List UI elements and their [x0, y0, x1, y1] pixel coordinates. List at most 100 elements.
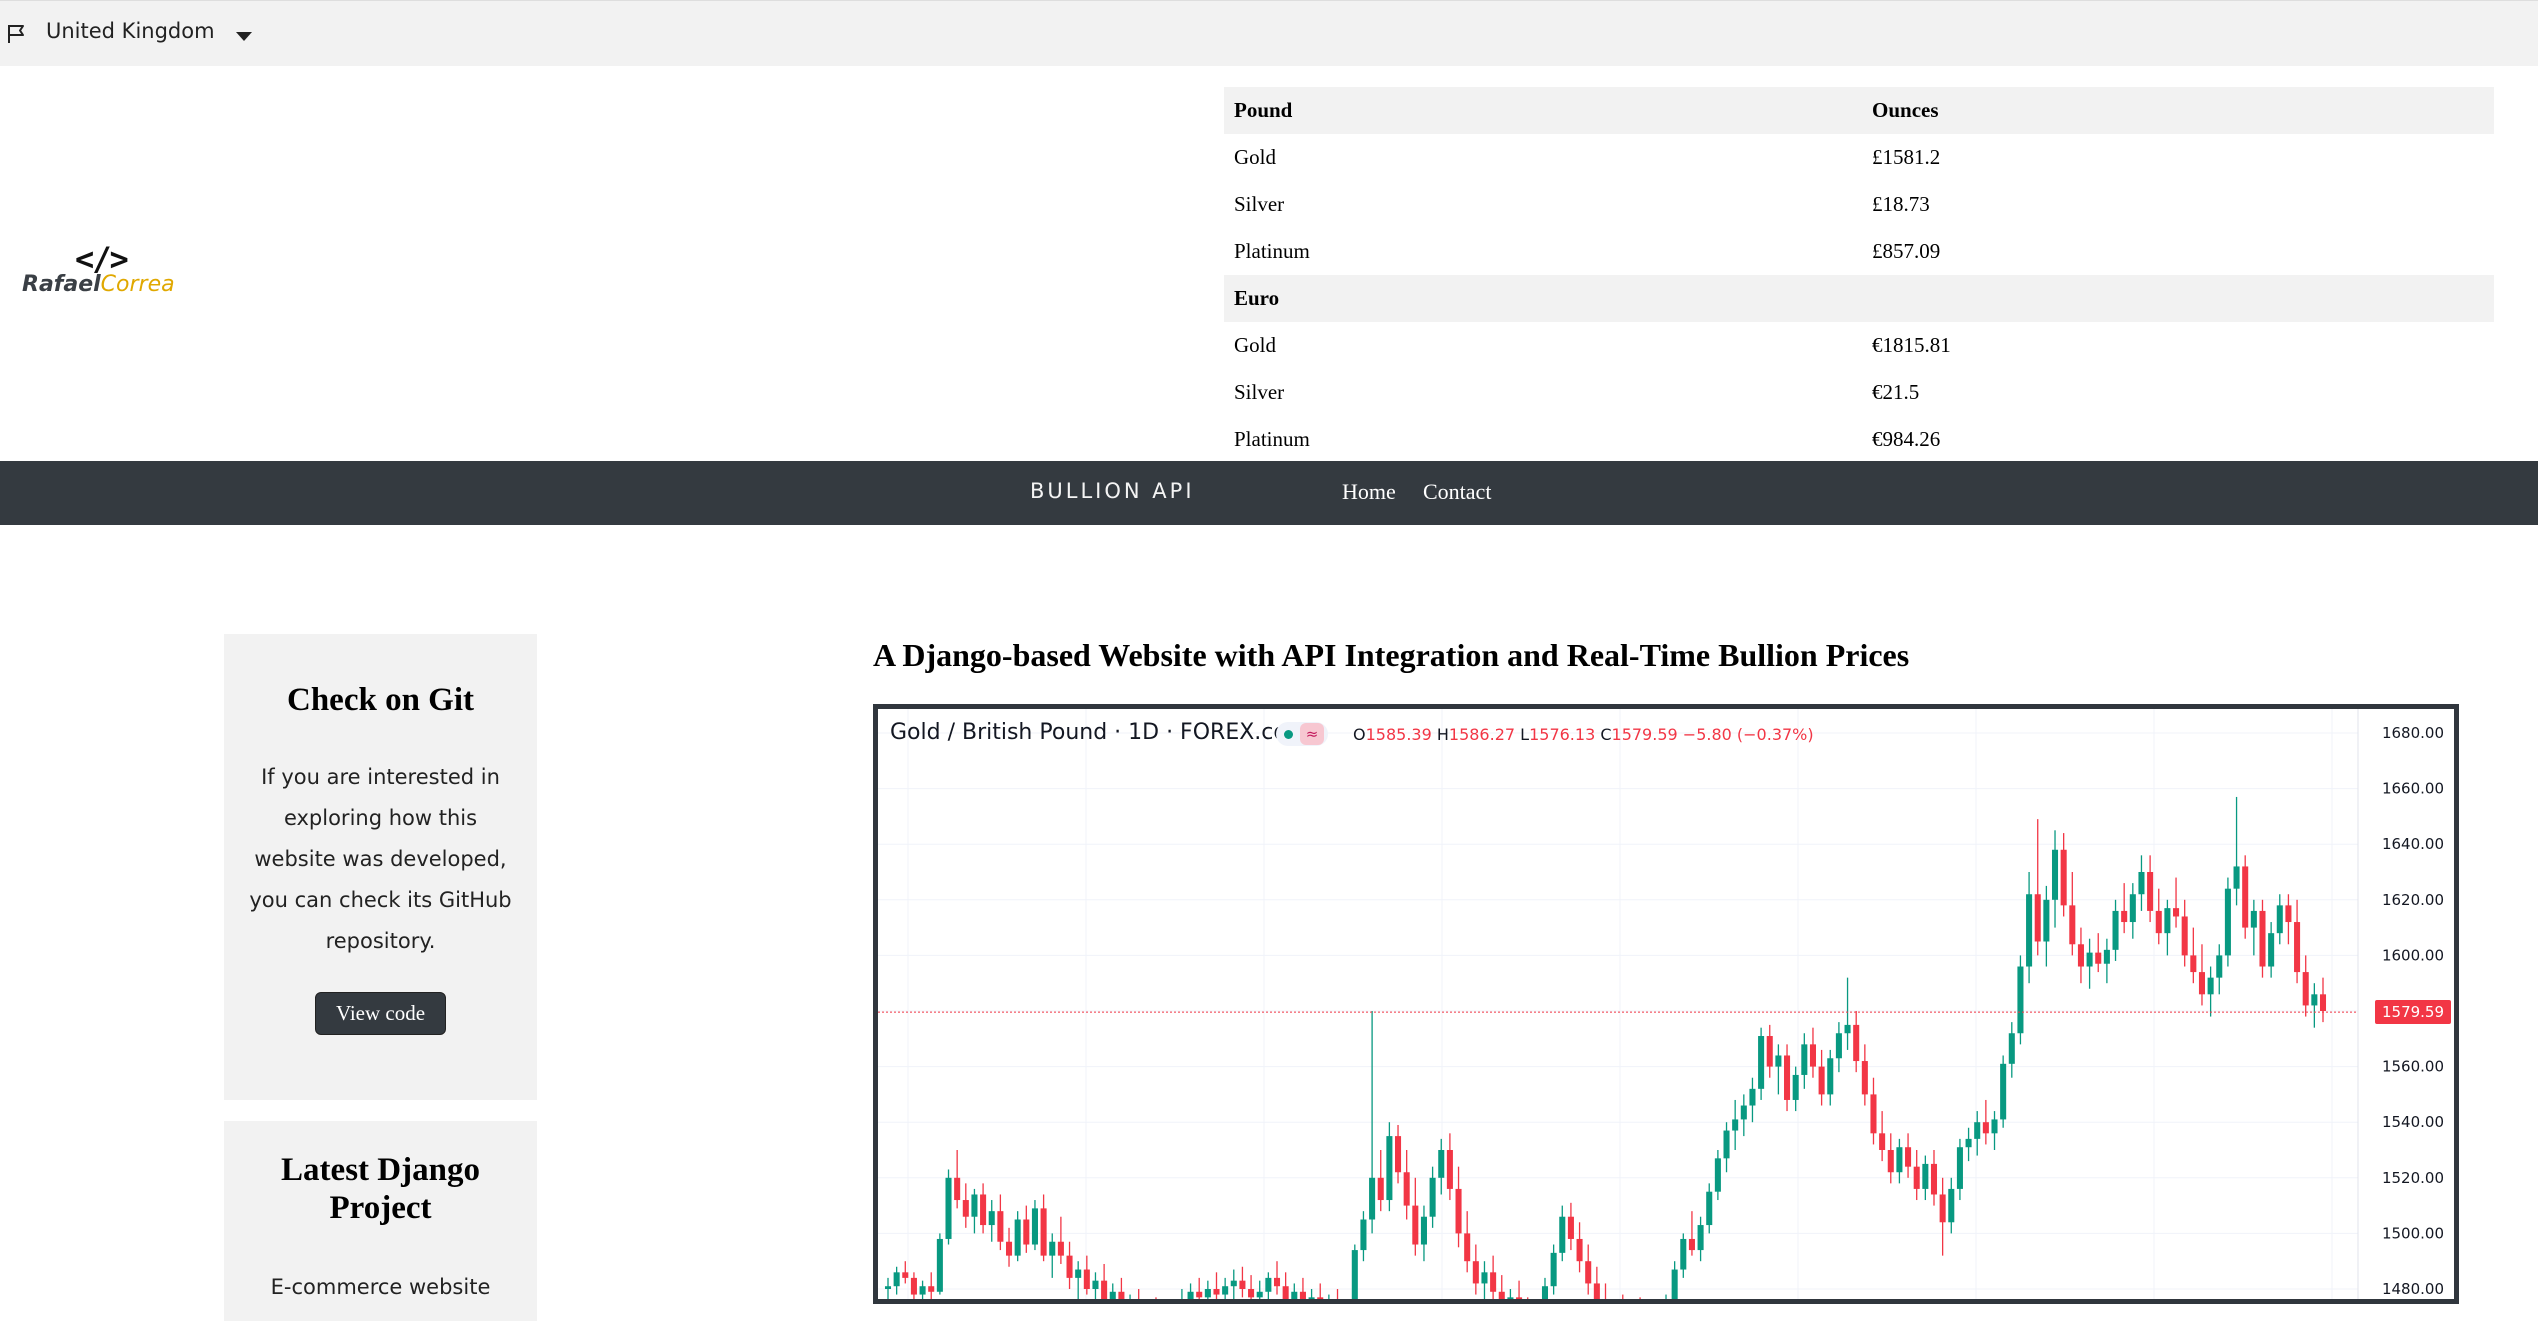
candle-body	[2181, 916, 2188, 956]
candle-body	[1671, 1269, 1678, 1299]
y-tick-label: 1480.00	[2382, 1280, 2444, 1298]
candle-body	[1956, 1147, 1963, 1189]
currency-header: Pound	[1224, 87, 1862, 134]
candle-body	[1870, 1094, 1877, 1134]
metal-price: €1815.81	[1872, 333, 1951, 357]
candle-body	[936, 1238, 943, 1292]
candle-body	[1706, 1191, 1713, 1226]
candle-body	[1118, 1291, 1125, 1299]
approx-icon: ≈	[1300, 723, 1324, 745]
candle-body	[1922, 1163, 1929, 1189]
candle-body	[2000, 1063, 2007, 1120]
candle-body	[2250, 910, 2257, 928]
candle-body	[1049, 1241, 1056, 1256]
y-tick-label: 1500.00	[2382, 1224, 2444, 1242]
candle-body	[1369, 1177, 1376, 1220]
candle-body	[1809, 1044, 1816, 1067]
candle-body	[980, 1194, 987, 1226]
candle-body	[1541, 1286, 1549, 1299]
table-row: Platinum £857.09	[1224, 228, 2494, 275]
candle-body	[1092, 1280, 1099, 1289]
table-row: Platinum €984.26	[1224, 416, 2494, 463]
card-text: exploring how this	[283, 806, 478, 830]
y-tick-label: 1600.00	[2382, 946, 2444, 964]
unit-header	[1862, 275, 2494, 322]
candle-body	[1083, 1269, 1090, 1289]
metal-name: Platinum	[1234, 239, 1310, 263]
candle-body	[2121, 910, 2128, 923]
chevron-down-icon[interactable]	[236, 32, 252, 41]
candle-body	[1472, 1261, 1479, 1284]
brand-link[interactable]: BULLION API	[1030, 479, 1195, 503]
candle-body	[2276, 905, 2283, 934]
metal-price: £1581.2	[1872, 145, 1941, 169]
candle-body	[1273, 1277, 1281, 1287]
candle-body	[2155, 910, 2162, 934]
candle-body	[1481, 1272, 1488, 1284]
metal-name: Silver	[1234, 192, 1285, 216]
nav-contact-link[interactable]: Contact	[1423, 479, 1491, 505]
candle-body	[2017, 966, 2024, 1034]
candle-body	[1256, 1291, 1263, 1298]
y-tick-label: 1540.00	[2382, 1113, 2444, 1131]
candle-body	[2008, 1033, 2015, 1064]
candle-body	[997, 1211, 1004, 1242]
card-title: Latest Django Project	[281, 1152, 480, 1226]
flag-icon	[8, 25, 24, 43]
candle-body	[2077, 944, 2084, 967]
market-status-badge[interactable]: ≈	[1276, 722, 1328, 746]
candle-body	[2190, 955, 2197, 973]
candle-body	[1429, 1177, 1436, 1217]
candle-body	[1204, 1289, 1211, 1298]
country-select[interactable]: United Kingdom	[46, 19, 215, 43]
table-row: Gold £1581.2	[1224, 134, 2494, 181]
view-code-button[interactable]: View code	[314, 992, 447, 1035]
candle-body	[1196, 1291, 1203, 1298]
candle-body	[1005, 1241, 1013, 1256]
candle-body	[1075, 1269, 1082, 1278]
candle-body	[1395, 1136, 1402, 1173]
y-tick-label: 1620.00	[2382, 891, 2444, 909]
candle-body	[1974, 1122, 1981, 1139]
card-text: E-commerce website	[270, 1275, 491, 1299]
page-title: A Django-based Website with API Integrat…	[873, 637, 1910, 673]
candle-body	[2034, 894, 2041, 942]
candle-body	[1732, 1119, 1739, 1131]
candle-body	[1930, 1163, 1938, 1195]
candle-body	[1853, 1024, 1860, 1062]
candle-body	[2224, 888, 2231, 956]
candle-body	[954, 1177, 961, 1201]
candle-body	[1948, 1188, 1955, 1223]
candle-body	[2207, 977, 2214, 995]
candle-body	[1438, 1150, 1445, 1178]
card-title: Check on Git	[286, 682, 474, 718]
candle-body	[2069, 905, 2076, 945]
candle-body	[1464, 1233, 1471, 1262]
candle-body	[1412, 1205, 1419, 1245]
candle-body	[2302, 972, 2309, 1006]
candle-body	[1879, 1133, 1886, 1150]
logo[interactable]: </> RafaelCorrea	[20, 240, 180, 300]
nav-home-link[interactable]: Home	[1342, 479, 1396, 505]
y-tick-label: 1680.00	[2382, 724, 2444, 742]
candle-body	[1887, 1150, 1894, 1173]
candle-body	[2319, 994, 2327, 1011]
candle-body	[1308, 1297, 1315, 1299]
last-price-label: 1579.59	[2375, 1000, 2451, 1025]
logo-text: RafaelCorrea	[22, 272, 175, 297]
metal-name: Gold	[1234, 333, 1276, 357]
candle-body	[1758, 1036, 1765, 1089]
candle-body	[1835, 1033, 1842, 1059]
candle-body	[1965, 1138, 1972, 1148]
candle-body	[1040, 1208, 1047, 1256]
candle-body	[1792, 1074, 1799, 1100]
candle-body	[1187, 1291, 1194, 1299]
candle-body	[2173, 908, 2180, 917]
candle-body	[1351, 1250, 1358, 1299]
candle-body	[893, 1272, 900, 1287]
y-tick-label: 1520.00	[2382, 1169, 2444, 1187]
candle-body	[1982, 1122, 1989, 1134]
price-chart[interactable]: 1680.001660.001640.001620.001600.001580.…	[873, 704, 2459, 1304]
candlestick-chart[interactable]: 1680.001660.001640.001620.001600.001580.…	[878, 709, 2454, 1299]
candle-body	[2129, 894, 2136, 923]
